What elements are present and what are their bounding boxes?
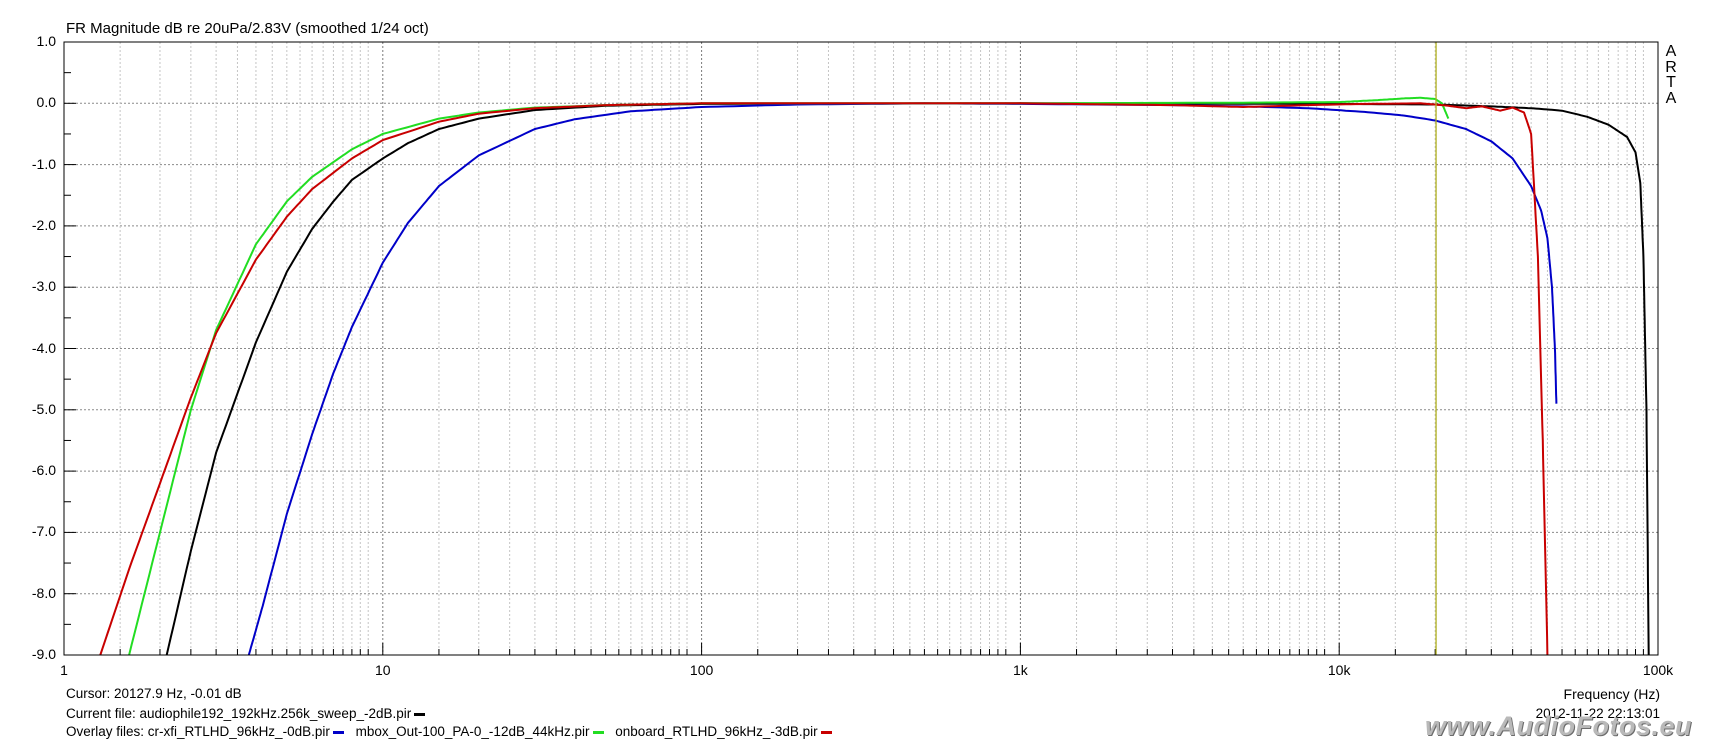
y-tick-label: -7.0 bbox=[31, 523, 56, 540]
series-line-2 bbox=[247, 102, 1558, 656]
cursor-readout: Cursor: 20127.9 Hz, -0.01 dB bbox=[66, 686, 242, 701]
y-tick-label: -6.0 bbox=[31, 462, 56, 479]
current-file-name: audiophile192_192kHz.256k_sweep_-2dB.pir bbox=[139, 706, 412, 721]
y-tick-label: -5.0 bbox=[31, 400, 56, 417]
y-tick-label: -1.0 bbox=[31, 155, 56, 172]
overlay-files-line: Overlay files: cr-xfi_RTLHD_96kHz_-0dB.p… bbox=[66, 724, 832, 739]
arta-letter: R bbox=[1665, 58, 1677, 76]
x-axis-label: Frequency (Hz) bbox=[1563, 686, 1660, 702]
y-tick-label: -9.0 bbox=[31, 646, 56, 662]
series-line-1 bbox=[165, 102, 1650, 656]
watermark: www.AudioFotos.eu bbox=[1425, 711, 1692, 741]
chart-plot[interactable] bbox=[0, 0, 1722, 743]
overlay-files-label: Overlay files: bbox=[66, 724, 148, 739]
y-tick-label: 0.0 bbox=[36, 94, 56, 111]
x-tick-label: 1k bbox=[1012, 662, 1028, 678]
x-tick-label: 10k bbox=[1327, 662, 1351, 678]
chart-title: FR Magnitude dB re 20uPa/2.83V (smoothed… bbox=[66, 20, 429, 37]
x-tick-label: 1 bbox=[60, 662, 68, 678]
x-tick-label: 10 bbox=[375, 662, 391, 678]
x-tick-label: 100k bbox=[1642, 662, 1674, 678]
arta-letter: A bbox=[1665, 89, 1677, 107]
y-tick-label: -4.0 bbox=[31, 339, 56, 356]
series-line-4 bbox=[99, 102, 1549, 656]
arta-logo: ARTA bbox=[1664, 44, 1678, 106]
overlay-file-3: onboard_RTLHD_96kHz_-3dB.pir bbox=[615, 724, 818, 739]
series-lines bbox=[99, 96, 1650, 656]
y-tick-label: 1.0 bbox=[36, 33, 56, 49]
current-file-line: Current file: audiophile192_192kHz.256k_… bbox=[66, 706, 426, 721]
legend-swatch-black bbox=[414, 712, 426, 716]
arta-letter: A bbox=[1665, 43, 1677, 60]
current-file-label: Current file: bbox=[66, 706, 140, 721]
overlay-file-1: cr-xfi_RTLHD_96kHz_-0dB.pir bbox=[147, 724, 330, 739]
overlay-file-2: mbox_Out-100_PA-0_-12dB_44kHz.pir bbox=[355, 724, 590, 739]
y-tick-label: -2.0 bbox=[31, 216, 56, 233]
arta-letter: T bbox=[1666, 74, 1676, 91]
grid-lines bbox=[63, 41, 1659, 656]
y-tick-label: -8.0 bbox=[31, 584, 56, 601]
legend-swatch-blue bbox=[332, 730, 344, 734]
x-tick-label: 100 bbox=[689, 662, 714, 678]
y-tick-label: -3.0 bbox=[31, 278, 56, 295]
legend-swatch-green bbox=[592, 730, 604, 734]
legend-swatch-red bbox=[820, 730, 832, 734]
series-line-3 bbox=[128, 96, 1450, 656]
